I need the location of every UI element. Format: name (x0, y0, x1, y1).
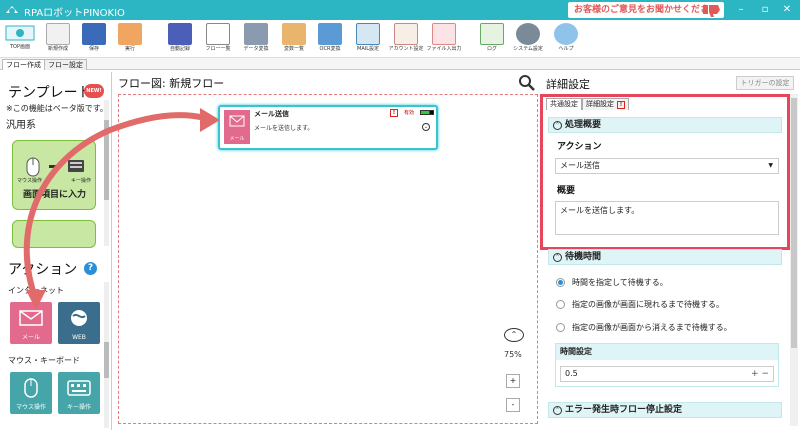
dropdown-arrow-icon: ▼ (768, 162, 773, 169)
chevron-up-icon: ⌃ (553, 253, 562, 262)
zoom-up-icon[interactable]: ⌃ (504, 328, 524, 342)
radio-wait-time[interactable]: 時間を指定して待機する。 (556, 277, 668, 288)
summary-textarea[interactable]: メールを送信します。 (555, 201, 779, 235)
stepper-icon[interactable]: + − (751, 367, 769, 381)
section-wait-title: 待機時間 (565, 252, 602, 262)
tab-detail-label: 詳細設定 (586, 100, 614, 108)
radio-label: 指定の画像が画面から消えるまで待機する。 (572, 323, 732, 332)
zoom-level: 75% (504, 350, 522, 359)
radio-dot (556, 300, 565, 309)
radio-label: 指定の画像が画面に現れるまで待機する。 (572, 300, 724, 309)
action-label: アクション (557, 142, 602, 152)
zoom-in-button[interactable]: + (506, 374, 520, 388)
section-error-stop-title: エラー発生時フロー停止設定 (565, 405, 683, 415)
section-wait-header[interactable]: ⌃ 待機時間 (548, 249, 782, 265)
detail-scrollbar[interactable] (790, 94, 798, 426)
warning-icon: ! (617, 101, 625, 109)
trigger-settings-button[interactable]: トリガーの設定 (736, 76, 794, 90)
action-select-value: メール送信 (560, 161, 600, 170)
detail-title: 詳細設定 (546, 78, 590, 91)
radio-wait-image-disappear[interactable]: 指定の画像が画面から消えるまで待機する。 (556, 322, 732, 333)
zoom-out-button[interactable]: - (506, 398, 520, 412)
section-overview-title: 処理概要 (565, 120, 602, 130)
radio-dot (556, 323, 565, 332)
section-overview-header[interactable]: ⌃ 処理概要 (548, 117, 782, 133)
action-select[interactable]: メール送信 ▼ (555, 158, 779, 174)
time-settings-label: 時間設定 (556, 344, 778, 360)
radio-dot (556, 278, 565, 287)
tab-detail-settings[interactable]: 詳細設定! (582, 98, 629, 110)
radio-wait-image-appear[interactable]: 指定の画像が画面に現れるまで待機する。 (556, 299, 724, 310)
section-error-stop-header[interactable]: ⌃ エラー発生時フロー停止設定 (548, 402, 782, 418)
radio-label: 時間を指定して待機する。 (572, 278, 668, 287)
summary-label: 概要 (557, 186, 576, 196)
time-input[interactable]: 0.5 + − (560, 366, 774, 382)
tab-common-settings[interactable]: 共通設定 (546, 98, 582, 110)
chevron-up-icon: ⌃ (553, 121, 562, 130)
time-input-value: 0.5 (565, 369, 578, 378)
chevron-up-icon: ⌃ (553, 406, 562, 415)
time-settings-box: 時間設定 0.5 + − (555, 343, 779, 387)
